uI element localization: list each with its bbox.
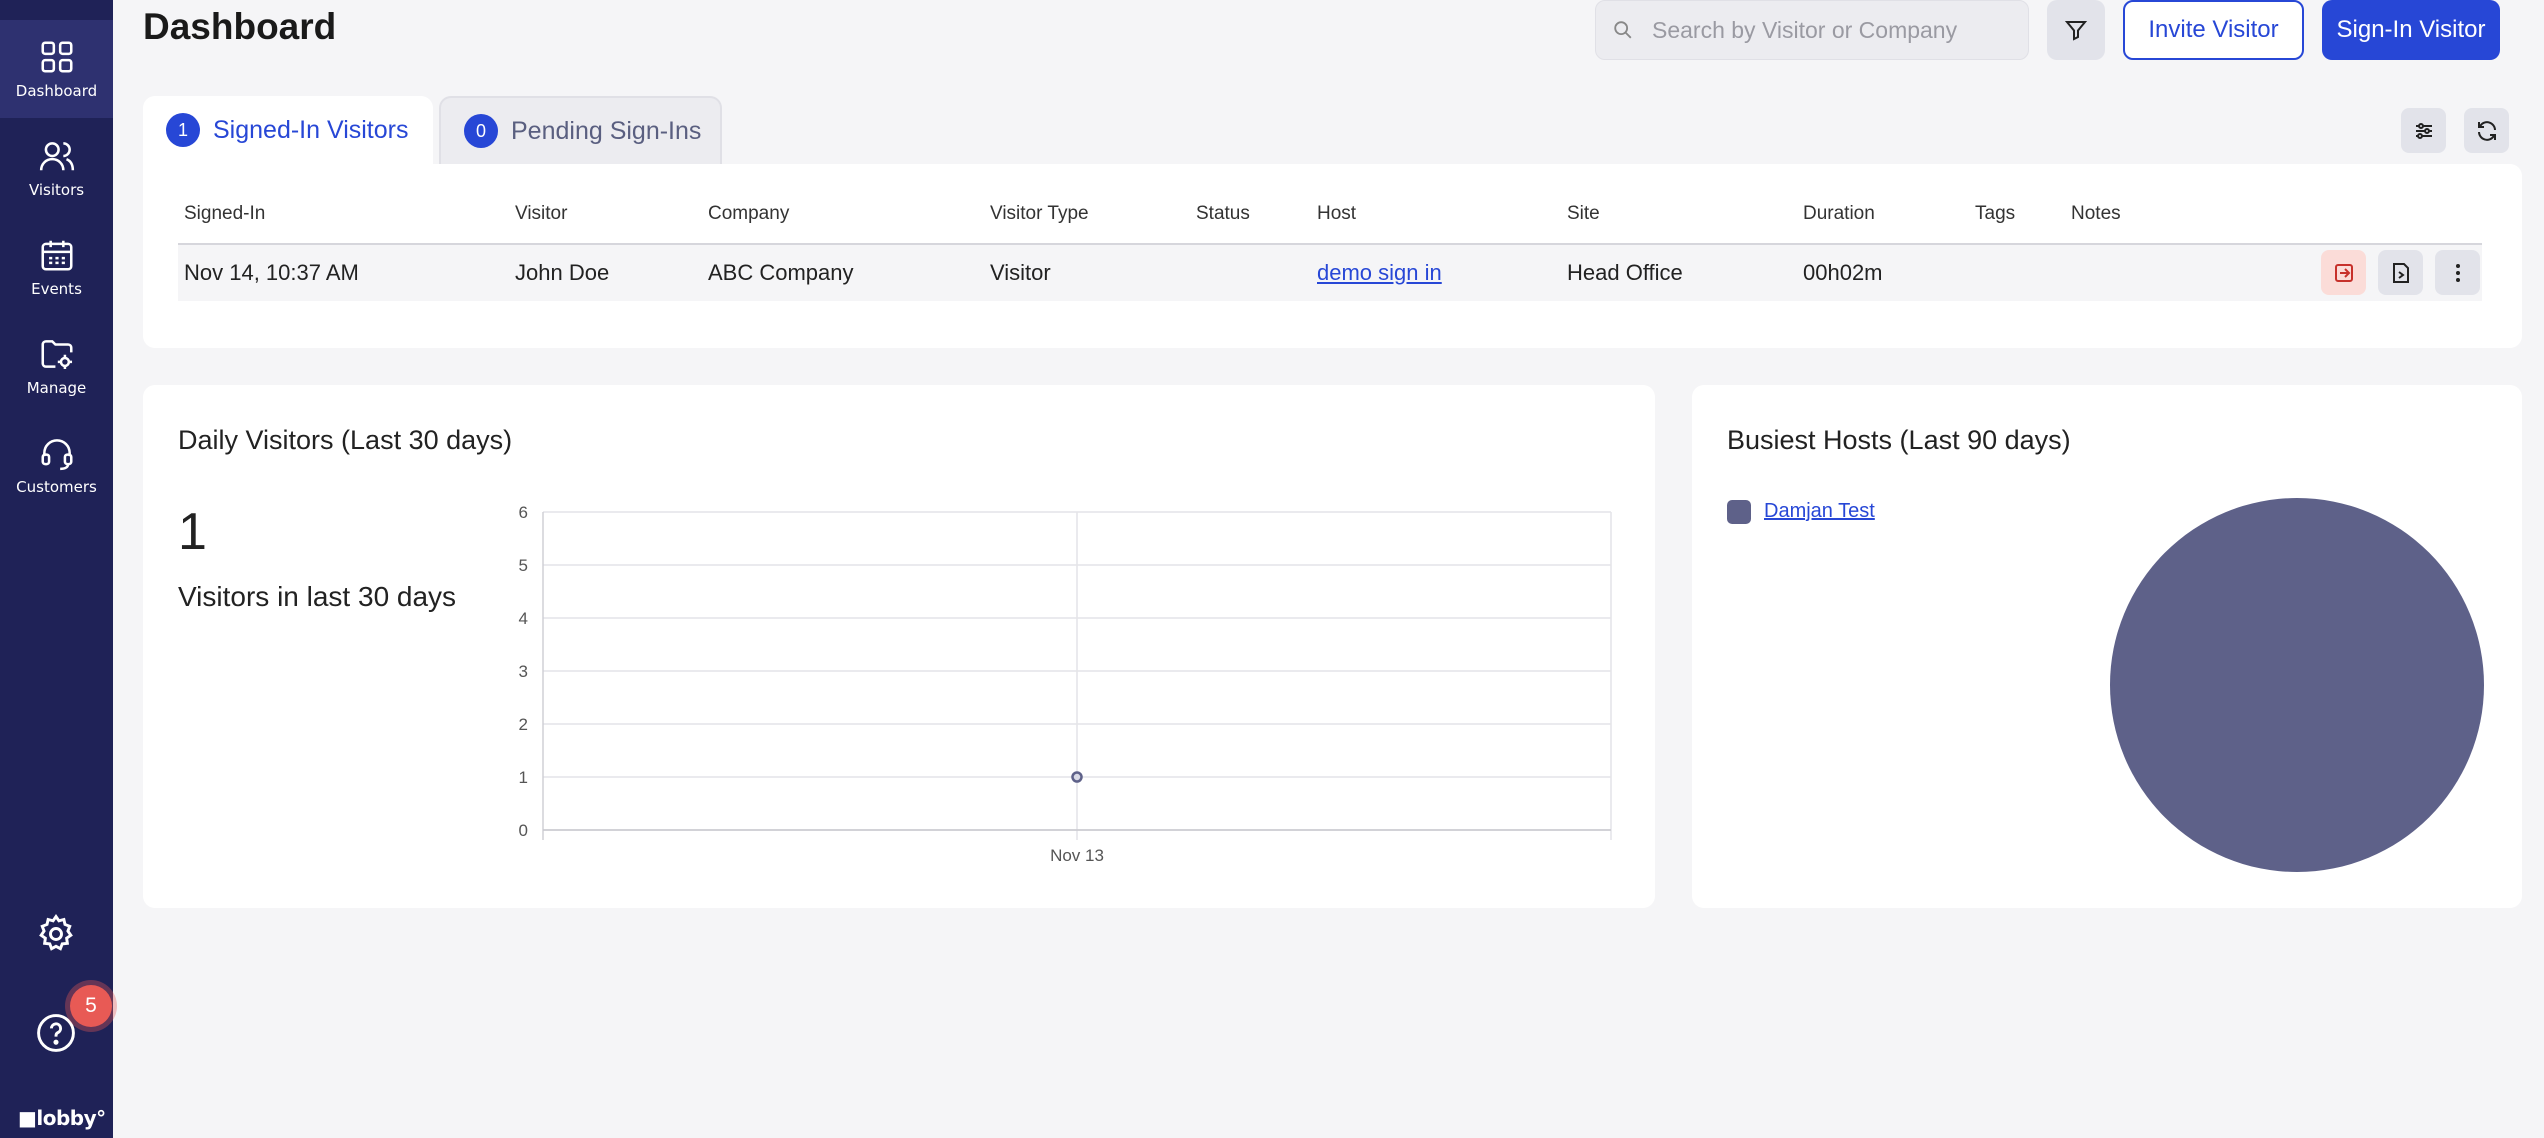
headset-icon xyxy=(40,439,73,471)
settings-gear-button[interactable] xyxy=(34,912,78,956)
signed-in-visitors-table: Signed-In Visitor Company Visitor Type S… xyxy=(143,164,2522,348)
sidebar-item-label: Dashboard xyxy=(15,82,98,100)
y-tick-label: 4 xyxy=(519,609,528,628)
y-tick-label: 0 xyxy=(519,821,528,840)
y-tick-label: 5 xyxy=(519,556,528,575)
sidebar-item-label: Events xyxy=(31,280,82,298)
sign-out-button[interactable] xyxy=(2321,250,2366,295)
cell-signed-in: Nov 14, 10:37 AM xyxy=(184,260,359,285)
print-badge-button[interactable] xyxy=(2378,250,2423,295)
refresh-button[interactable] xyxy=(2464,108,2509,153)
busiest-hosts-card: Busiest Hosts (Last 90 days) Damjan Test xyxy=(1692,385,2522,908)
column-header[interactable]: Site xyxy=(1567,203,1600,225)
tab-count-badge: 1 xyxy=(166,113,200,147)
search-icon xyxy=(1614,21,1632,39)
busiest-hosts-pie-chart xyxy=(2110,498,2484,872)
sidebar-item-label: Visitors xyxy=(28,181,85,199)
filter-button[interactable] xyxy=(2047,0,2105,60)
cell-visitor-type: Visitor xyxy=(990,260,1051,285)
tab-count-badge: 0 xyxy=(464,114,498,148)
help-icon xyxy=(37,1014,75,1052)
sign-out-icon xyxy=(2334,263,2353,282)
calendar-icon xyxy=(40,240,73,271)
y-tick-label: 2 xyxy=(519,715,528,734)
tab-pending-sign-ins[interactable]: 0 Pending Sign-Ins xyxy=(439,96,722,164)
folder-gear-icon xyxy=(40,340,73,370)
sidebar-item-customers[interactable]: Customers xyxy=(0,416,113,514)
x-tick-label: Nov 13 xyxy=(1050,846,1104,865)
column-header[interactable]: Status xyxy=(1196,203,1250,225)
cell-site: Head Office xyxy=(1567,260,1683,285)
cell-visitor: John Doe xyxy=(515,260,610,285)
host-link[interactable]: demo sign in xyxy=(1317,260,1442,286)
sidebar-item-manage[interactable]: Manage xyxy=(0,317,113,415)
gear-icon xyxy=(39,914,73,951)
search-box xyxy=(1595,0,2029,60)
sidebar-item-dashboard[interactable]: Dashboard xyxy=(0,20,113,118)
cell-company: ABC Company xyxy=(708,260,854,285)
daily-visitors-chart: 0 1 2 3 4 5 6 Nov 13 xyxy=(519,503,1612,865)
column-header[interactable]: Visitor Type xyxy=(990,203,1089,225)
data-point xyxy=(1071,771,1083,783)
more-options-button[interactable] xyxy=(2435,250,2480,295)
sidebar: Dashboard Visitors Events Manage Custome… xyxy=(0,0,113,1138)
column-header[interactable]: Visitor xyxy=(515,203,567,225)
tab-label: Pending Sign-Ins xyxy=(511,116,702,145)
cell-duration: 00h02m xyxy=(1803,260,1883,285)
pie-slice xyxy=(2110,498,2484,872)
y-tick-label: 6 xyxy=(519,503,528,522)
refresh-icon xyxy=(2477,120,2496,141)
sidebar-item-events[interactable]: Events xyxy=(0,218,113,316)
sliders-icon xyxy=(2415,122,2432,139)
help-button[interactable] xyxy=(34,1011,78,1055)
column-header[interactable]: Company xyxy=(708,203,789,225)
search-input[interactable] xyxy=(1652,16,2012,44)
column-header[interactable]: Tags xyxy=(1975,203,2015,225)
notification-badge: 5 xyxy=(70,985,112,1027)
tab-signed-in-visitors[interactable]: 1 Signed-In Visitors xyxy=(143,96,433,164)
daily-visitors-card: Daily Visitors (Last 30 days) 1 Visitors… xyxy=(143,385,1655,908)
invite-visitor-button[interactable]: Invite Visitor xyxy=(2123,0,2304,60)
column-header[interactable]: Notes xyxy=(2071,203,2121,225)
more-vertical-icon xyxy=(2455,263,2460,282)
brand-logo: ■lobby° xyxy=(18,1106,106,1130)
column-header[interactable]: Host xyxy=(1317,203,1356,225)
sidebar-item-label: Customers xyxy=(16,478,97,496)
sidebar-item-visitors[interactable]: Visitors xyxy=(0,119,113,217)
badge-icon xyxy=(2392,262,2409,283)
sign-in-visitor-button[interactable]: Sign-In Visitor xyxy=(2322,0,2500,60)
tab-label: Signed-In Visitors xyxy=(213,115,409,144)
column-header[interactable]: Duration xyxy=(1803,203,1875,225)
filter-icon xyxy=(2064,21,2088,41)
column-settings-button[interactable] xyxy=(2401,108,2446,153)
y-tick-label: 3 xyxy=(519,662,528,681)
sidebar-item-label: Manage xyxy=(26,379,87,397)
y-tick-label: 1 xyxy=(519,768,528,787)
users-icon xyxy=(39,142,74,171)
grid-icon xyxy=(40,41,73,73)
page-title: Dashboard xyxy=(143,6,337,47)
column-header[interactable]: Signed-In xyxy=(184,203,265,225)
